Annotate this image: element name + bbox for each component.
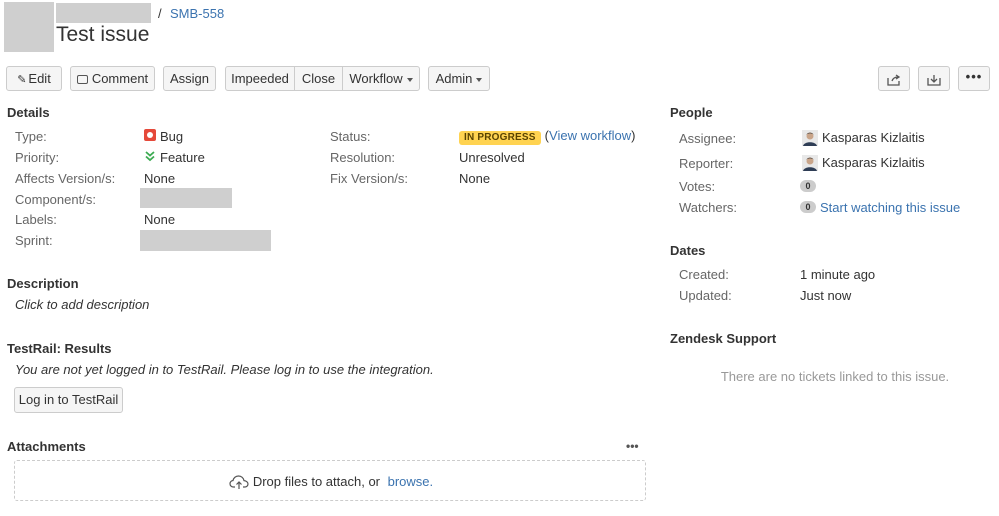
view-workflow-close: ) bbox=[631, 128, 636, 143]
attachments-heading: Attachments bbox=[7, 439, 86, 454]
people-heading: People bbox=[670, 105, 713, 120]
type-label: Type: bbox=[15, 129, 47, 144]
impeeded-button[interactable]: Impeeded bbox=[225, 66, 295, 91]
fix-version-value[interactable]: None bbox=[459, 171, 490, 186]
comment-button[interactable]: Comment bbox=[70, 66, 155, 91]
chevron-down-icon bbox=[476, 77, 483, 82]
created-label: Created: bbox=[679, 267, 729, 282]
updated-label: Updated: bbox=[679, 288, 732, 303]
download-icon bbox=[927, 74, 941, 86]
chevron-down-icon bbox=[406, 77, 413, 82]
zendesk-empty-text: There are no tickets linked to this issu… bbox=[720, 369, 950, 384]
pencil-icon: ✎ bbox=[17, 74, 27, 86]
issue-key-link[interactable]: SMB-558 bbox=[170, 6, 224, 21]
details-heading: Details bbox=[7, 105, 50, 120]
testrail-login-button[interactable]: Log in to TestRail bbox=[14, 387, 123, 413]
edit-button-label: Edit bbox=[28, 71, 51, 86]
labels-value[interactable]: None bbox=[144, 212, 175, 227]
edit-button[interactable]: ✎ Edit bbox=[6, 66, 62, 91]
status-row: IN PROGRESS (View workflow) bbox=[459, 128, 635, 145]
comment-button-label: Comment bbox=[91, 71, 149, 86]
priority-icon bbox=[145, 151, 155, 162]
breadcrumb-separator: / bbox=[158, 6, 162, 21]
description-placeholder[interactable]: Click to add description bbox=[15, 297, 149, 312]
sprint-label: Sprint: bbox=[15, 233, 53, 248]
resolution-label: Resolution: bbox=[330, 150, 396, 165]
watchers-label: Watchers: bbox=[679, 200, 738, 215]
updated-value: Just now bbox=[800, 288, 852, 303]
view-workflow-link[interactable]: View workflow bbox=[549, 128, 631, 143]
dates-heading: Dates bbox=[670, 243, 706, 258]
votes-count-badge[interactable]: 0 bbox=[800, 180, 816, 192]
assignee-label: Assignee: bbox=[679, 131, 737, 146]
sprint-value-redacted[interactable] bbox=[140, 230, 271, 251]
component-label: Component/s: bbox=[15, 192, 96, 207]
affects-version-value[interactable]: None bbox=[144, 171, 175, 186]
bug-icon bbox=[144, 129, 156, 141]
more-actions-button[interactable]: ••• bbox=[958, 66, 990, 91]
assignee-value[interactable]: Kasparas Kizlaitis bbox=[822, 130, 925, 145]
export-button[interactable] bbox=[918, 66, 950, 91]
reporter-avatar bbox=[802, 155, 818, 171]
type-value: Bug bbox=[160, 129, 184, 144]
workflow-dropdown-label: Workflow bbox=[349, 71, 403, 86]
assignee-avatar bbox=[802, 130, 818, 146]
created-value: 1 minute ago bbox=[800, 267, 876, 282]
reporter-value[interactable]: Kasparas Kizlaitis bbox=[822, 155, 925, 170]
status-label: Status: bbox=[330, 129, 371, 144]
share-icon bbox=[887, 74, 901, 86]
watchers-count-badge[interactable]: 0 bbox=[800, 201, 816, 213]
component-value-redacted[interactable] bbox=[140, 188, 232, 208]
zendesk-heading: Zendesk Support bbox=[670, 331, 777, 346]
labels-label: Labels: bbox=[15, 212, 57, 227]
dropzone-text: Drop files to attach, or bbox=[252, 474, 380, 489]
more-icon: ••• bbox=[965, 69, 983, 84]
testrail-heading: TestRail: Results bbox=[7, 341, 112, 356]
attachments-dropzone[interactable]: Drop files to attach, or browse. bbox=[14, 460, 646, 501]
votes-label: Votes: bbox=[679, 179, 716, 194]
browse-link[interactable]: browse. bbox=[388, 474, 434, 489]
attachments-more-icon[interactable]: ••• bbox=[626, 439, 639, 453]
project-avatar[interactable] bbox=[4, 2, 54, 52]
resolution-value: Unresolved bbox=[459, 150, 525, 165]
project-breadcrumb-redacted[interactable] bbox=[56, 3, 151, 23]
affects-version-label: Affects Version/s: bbox=[15, 171, 116, 186]
share-button[interactable] bbox=[878, 66, 910, 91]
admin-dropdown-label: Admin bbox=[435, 71, 473, 86]
dropzone-content: Drop files to attach, or browse. bbox=[15, 474, 647, 490]
testrail-message: You are not yet logged in to TestRail. P… bbox=[15, 362, 434, 377]
priority-label: Priority: bbox=[15, 150, 60, 165]
page-title[interactable]: Test issue bbox=[56, 23, 149, 47]
comment-icon bbox=[76, 75, 88, 84]
reporter-label: Reporter: bbox=[679, 156, 734, 171]
close-button[interactable]: Close bbox=[294, 66, 343, 91]
workflow-dropdown[interactable]: Workflow bbox=[342, 66, 420, 91]
cloud-upload-icon bbox=[229, 475, 249, 489]
priority-value: Feature bbox=[160, 150, 205, 165]
start-watching-link[interactable]: Start watching this issue bbox=[820, 200, 960, 215]
status-badge: IN PROGRESS bbox=[459, 131, 541, 145]
assign-button[interactable]: Assign bbox=[163, 66, 216, 91]
fix-version-label: Fix Version/s: bbox=[330, 171, 409, 186]
description-heading: Description bbox=[7, 276, 79, 291]
admin-dropdown[interactable]: Admin bbox=[428, 66, 490, 91]
